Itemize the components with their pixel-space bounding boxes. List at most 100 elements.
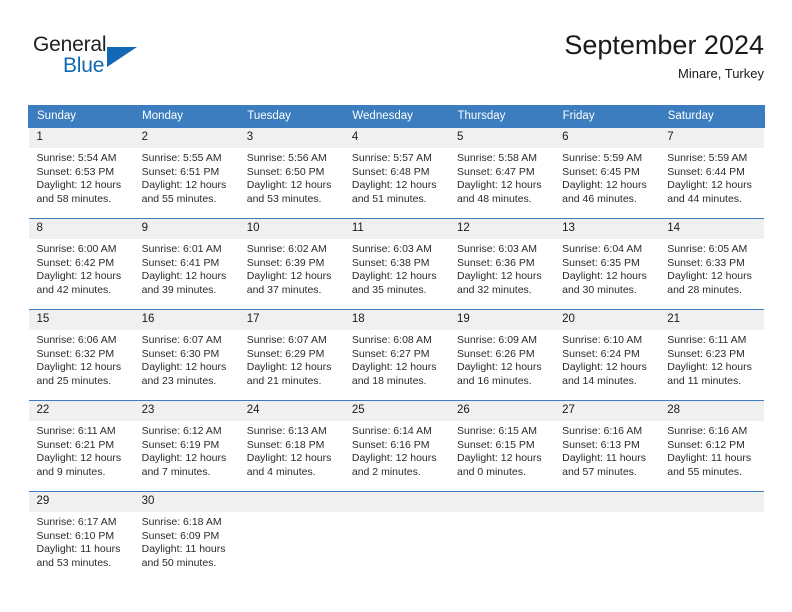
day-cell-inner: [343, 492, 449, 582]
calendar-day-cell[interactable]: 29 Sunrise: 6:17 AM Sunset: 6:10 PM Dayligh…: [28, 491, 134, 582]
calendar-day-cell[interactable]: 3 Sunrise: 5:56 AM Sunset: 6:50 PM Daylight…: [238, 127, 344, 219]
daylight-duration-text: Daylight: 12 hours and 28 minutes.: [667, 270, 752, 296]
day-cell-inner: [238, 492, 344, 582]
calendar-day-cell[interactable]: 14 Sunrise: 6:05 AM Sunset: 6:33 PM Dayligh…: [659, 218, 765, 310]
calendar-day-cell[interactable]: 9 Sunrise: 6:01 AM Sunset: 6:41 PM Daylight…: [133, 218, 239, 310]
calendar-day-cell[interactable]: 24 Sunrise: 6:13 AM Sunset: 6:18 PM Dayligh…: [238, 400, 344, 492]
column-header-tuesday: Tuesday: [238, 105, 345, 128]
calendar-day-cell[interactable]: 8 Sunrise: 6:00 AM Sunset: 6:42 PM Daylight…: [28, 218, 134, 310]
calendar-day-cell[interactable]: 19 Sunrise: 6:09 AM Sunset: 6:26 PM Dayligh…: [449, 309, 555, 401]
sunrise-text: Sunrise: 5:55 AM: [141, 152, 222, 164]
day-details: Sunrise: 6:11 AM Sunset: 6:23 PM Daylight:…: [659, 330, 764, 388]
day-details: Sunrise: 6:05 AM Sunset: 6:33 PM Daylight:…: [659, 239, 764, 297]
day-details: Sunrise: 6:11 AM Sunset: 6:21 PM Daylight:…: [29, 421, 134, 479]
day-number: 17: [238, 310, 344, 330]
day-details: Sunrise: 5:59 AM Sunset: 6:45 PM Daylight:…: [554, 148, 659, 206]
calendar-day-cell[interactable]: 30 Sunrise: 6:18 AM Sunset: 6:09 PM Dayligh…: [133, 491, 239, 582]
calendar-day-cell[interactable]: 12 Sunrise: 6:03 AM Sunset: 6:36 PM Dayligh…: [449, 218, 555, 310]
day-details: Sunrise: 5:56 AM Sunset: 6:50 PM Daylight:…: [239, 148, 344, 206]
sunset-text: Sunset: 6:50 PM: [246, 165, 325, 178]
daylight-duration-text: Daylight: 11 hours and 53 minutes.: [36, 543, 121, 569]
day-details: Sunrise: 6:16 AM Sunset: 6:13 PM Daylight:…: [554, 421, 659, 479]
daylight-duration-text: Daylight: 12 hours and 55 minutes.: [141, 179, 227, 205]
day-number: 15: [28, 310, 134, 330]
daylight-duration-text: Daylight: 12 hours and 7 minutes.: [141, 452, 227, 478]
calendar-empty-cell: [238, 491, 344, 582]
daylight-duration-text: Daylight: 12 hours and 51 minutes.: [351, 179, 437, 205]
calendar-day-cell[interactable]: 2 Sunrise: 5:55 AM Sunset: 6:51 PM Daylight…: [133, 127, 239, 219]
column-header-thursday: Thursday: [448, 105, 555, 128]
calendar-day-cell[interactable]: 1 Sunrise: 5:54 AM Sunset: 6:53 PM Daylight…: [28, 127, 134, 219]
calendar-day-cell[interactable]: 22 Sunrise: 6:11 AM Sunset: 6:21 PM Dayligh…: [28, 400, 134, 492]
day-number: 20: [554, 310, 660, 330]
sunrise-text: Sunrise: 6:08 AM: [351, 334, 432, 346]
calendar-day-cell[interactable]: 25 Sunrise: 6:14 AM Sunset: 6:16 PM Dayligh…: [343, 400, 449, 492]
day-cell-inner: 9 Sunrise: 6:01 AM Sunset: 6:41 PM Daylight…: [133, 219, 239, 309]
daylight-duration-text: Daylight: 12 hours and 21 minutes.: [246, 361, 332, 387]
day-number: [238, 492, 344, 512]
day-number: [449, 492, 555, 512]
calendar-day-cell[interactable]: 11 Sunrise: 6:03 AM Sunset: 6:38 PM Dayligh…: [343, 218, 449, 310]
day-details: Sunrise: 6:07 AM Sunset: 6:29 PM Daylight:…: [239, 330, 344, 388]
sunset-text: Sunset: 6:32 PM: [36, 347, 115, 360]
sunrise-text: Sunrise: 6:01 AM: [141, 243, 222, 255]
sunset-text: Sunset: 6:09 PM: [141, 529, 220, 542]
sunset-text: Sunset: 6:16 PM: [351, 438, 430, 451]
general-blue-logo[interactable]: General Blue: [33, 33, 173, 87]
day-cell-inner: 17 Sunrise: 6:07 AM Sunset: 6:29 PM Dayligh…: [238, 310, 344, 400]
day-number: 2: [133, 128, 239, 148]
calendar-day-cell[interactable]: 20 Sunrise: 6:10 AM Sunset: 6:24 PM Dayligh…: [554, 309, 660, 401]
sunset-text: Sunset: 6:13 PM: [562, 438, 640, 451]
calendar-day-cell[interactable]: 23 Sunrise: 6:12 AM Sunset: 6:19 PM Dayligh…: [133, 400, 239, 492]
day-number: 19: [449, 310, 555, 330]
day-number: 4: [343, 128, 449, 148]
day-number: 3: [238, 128, 344, 148]
calendar-day-cell[interactable]: 13 Sunrise: 6:04 AM Sunset: 6:35 PM Dayligh…: [554, 218, 660, 310]
calendar-day-cell[interactable]: 10 Sunrise: 6:02 AM Sunset: 6:39 PM Dayligh…: [238, 218, 344, 310]
calendar-day-cell[interactable]: 18 Sunrise: 6:08 AM Sunset: 6:27 PM Dayligh…: [343, 309, 449, 401]
day-cell-inner: [449, 492, 555, 582]
day-number: 23: [133, 401, 239, 421]
day-number: 28: [659, 401, 765, 421]
day-cell-inner: 13 Sunrise: 6:04 AM Sunset: 6:35 PM Dayligh…: [554, 219, 660, 309]
calendar-day-cell[interactable]: 7 Sunrise: 5:59 AM Sunset: 6:44 PM Daylight…: [659, 127, 765, 219]
daylight-duration-text: Daylight: 11 hours and 55 minutes.: [667, 452, 752, 478]
day-cell-inner: 3 Sunrise: 5:56 AM Sunset: 6:50 PM Daylight…: [238, 128, 344, 218]
calendar-day-cell[interactable]: 6 Sunrise: 5:59 AM Sunset: 6:45 PM Daylight…: [554, 127, 660, 219]
day-details: Sunrise: 6:03 AM Sunset: 6:38 PM Daylight:…: [344, 239, 449, 297]
calendar-day-cell[interactable]: 16 Sunrise: 6:07 AM Sunset: 6:30 PM Dayligh…: [133, 309, 239, 401]
sunrise-text: Sunrise: 6:14 AM: [351, 425, 432, 437]
day-number: 25: [343, 401, 449, 421]
day-cell-inner: 15 Sunrise: 6:06 AM Sunset: 6:32 PM Dayligh…: [28, 310, 134, 400]
day-number: 7: [659, 128, 765, 148]
daylight-duration-text: Daylight: 12 hours and 53 minutes.: [246, 179, 332, 205]
calendar-day-cell[interactable]: 15 Sunrise: 6:06 AM Sunset: 6:32 PM Dayligh…: [28, 309, 134, 401]
calendar-day-cell[interactable]: 4 Sunrise: 5:57 AM Sunset: 6:48 PM Daylight…: [343, 127, 449, 219]
sunrise-text: Sunrise: 6:00 AM: [36, 243, 117, 255]
day-details: Sunrise: 6:15 AM Sunset: 6:15 PM Daylight:…: [449, 421, 554, 479]
daylight-duration-text: Daylight: 12 hours and 23 minutes.: [141, 361, 227, 387]
sunset-text: Sunset: 6:44 PM: [667, 165, 745, 178]
calendar-day-cell[interactable]: 26 Sunrise: 6:15 AM Sunset: 6:15 PM Dayligh…: [449, 400, 555, 492]
day-details: Sunrise: 6:17 AM Sunset: 6:10 PM Daylight:…: [29, 512, 134, 570]
sunset-text: Sunset: 6:23 PM: [667, 347, 745, 360]
calendar-week-row: 15 Sunrise: 6:06 AM Sunset: 6:32 PM Dayligh…: [28, 309, 765, 401]
calendar-week-row: 1 Sunrise: 5:54 AM Sunset: 6:53 PM Daylight…: [28, 127, 765, 219]
day-cell-inner: 12 Sunrise: 6:03 AM Sunset: 6:36 PM Dayligh…: [449, 219, 555, 309]
calendar-day-cell[interactable]: 28 Sunrise: 6:16 AM Sunset: 6:12 PM Dayligh…: [659, 400, 765, 492]
sunrise-text: Sunrise: 6:16 AM: [562, 425, 643, 437]
sunrise-text: Sunrise: 5:57 AM: [351, 152, 432, 164]
day-details: Sunrise: 6:02 AM Sunset: 6:39 PM Daylight:…: [239, 239, 344, 297]
calendar-day-cell[interactable]: 17 Sunrise: 6:07 AM Sunset: 6:29 PM Dayligh…: [238, 309, 344, 401]
sunrise-text: Sunrise: 6:18 AM: [141, 516, 222, 528]
calendar-day-cell[interactable]: 5 Sunrise: 5:58 AM Sunset: 6:47 PM Daylight…: [449, 127, 555, 219]
sunset-text: Sunset: 6:48 PM: [351, 165, 430, 178]
day-details: Sunrise: 6:16 AM Sunset: 6:12 PM Daylight:…: [659, 421, 764, 479]
day-details: Sunrise: 5:58 AM Sunset: 6:47 PM Daylight:…: [449, 148, 554, 206]
daylight-duration-text: Daylight: 11 hours and 57 minutes.: [562, 452, 646, 478]
day-cell-inner: 2 Sunrise: 5:55 AM Sunset: 6:51 PM Daylight…: [133, 128, 239, 218]
calendar-page: General Blue September 2024 Minare, Turk…: [0, 0, 792, 612]
calendar-day-cell[interactable]: 27 Sunrise: 6:16 AM Sunset: 6:13 PM Dayligh…: [554, 400, 660, 492]
calendar-day-cell[interactable]: 21 Sunrise: 6:11 AM Sunset: 6:23 PM Dayligh…: [659, 309, 765, 401]
daylight-duration-text: Daylight: 12 hours and 35 minutes.: [351, 270, 437, 296]
